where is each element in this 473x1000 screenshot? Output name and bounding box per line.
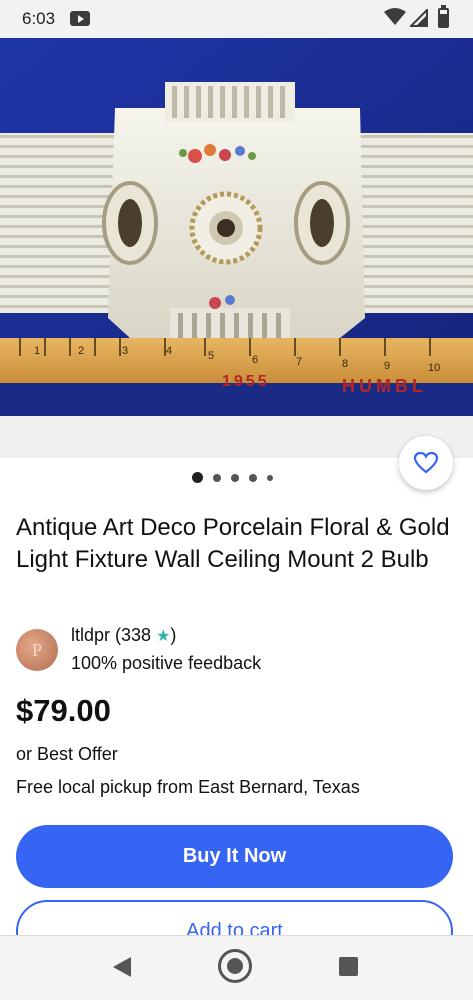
ruler-mark: 6: [252, 354, 258, 366]
seller-name-suffix: ): [170, 625, 177, 645]
ruler-mark: 5: [208, 350, 214, 362]
system-navigation-bar: [0, 935, 473, 1000]
product-photo: 1 2 3 4 5 6 7 8 9 10 1955 HUMBL: [0, 38, 473, 416]
carousel-dot[interactable]: [249, 473, 257, 482]
seller-feedback: 100% positive feedback: [71, 653, 262, 673]
image-carousel-indicator: [192, 472, 273, 483]
ruler-mark: 3: [122, 345, 128, 357]
status-bar: 6:03: [0, 0, 473, 38]
ruler-brand-text: HUMBL: [342, 376, 427, 396]
carousel-dot[interactable]: [231, 473, 239, 482]
heart-icon: [413, 451, 439, 474]
best-offer-text: or Best Offer: [16, 744, 118, 764]
watch-heart-button[interactable]: [399, 436, 453, 490]
seller-info[interactable]: P ltldpr (338 ★) 100% positive feedback: [16, 623, 456, 683]
carousel-dot[interactable]: [213, 473, 221, 482]
battery-icon: [438, 5, 449, 28]
carousel-dot[interactable]: [267, 474, 273, 481]
ruler-mark: 8: [342, 358, 348, 370]
wifi-icon: [384, 8, 406, 25]
feedback-star-icon: ★: [156, 628, 171, 645]
status-time: 6:03: [22, 9, 56, 28]
signal-icon: [410, 9, 428, 27]
seller-name-text: ltldpr (338: [71, 625, 152, 645]
ruler-mark: 2: [78, 345, 84, 357]
pickup-info: Free local pickup from East Bernard, Tex…: [16, 777, 360, 797]
ruler-mark: 1: [34, 345, 40, 357]
seller-avatar[interactable]: P: [16, 629, 58, 671]
carousel-dot-active[interactable]: [192, 472, 203, 483]
seller-name[interactable]: ltldpr (338 ★): [71, 625, 176, 646]
home-icon[interactable]: [218, 949, 252, 983]
listing-title: Antique Art Deco Porcelain Floral & Gold…: [16, 514, 450, 573]
youtube-notification-icon: [70, 11, 90, 26]
ruler-mark: 10: [428, 362, 440, 374]
product-image[interactable]: 1 2 3 4 5 6 7 8 9 10 1955 HUMBL: [0, 38, 473, 416]
buy-it-now-button[interactable]: Buy It Now: [16, 825, 453, 888]
avatar-letter: P: [31, 639, 42, 660]
ruler-mark: 7: [296, 356, 302, 368]
back-icon[interactable]: [113, 957, 131, 977]
listing-price: $79.00: [16, 693, 111, 728]
ruler-year-text: 1955: [222, 373, 270, 390]
ruler-mark: 4: [166, 345, 172, 357]
ruler-mark: 9: [384, 360, 390, 372]
recent-apps-icon[interactable]: [339, 957, 358, 976]
